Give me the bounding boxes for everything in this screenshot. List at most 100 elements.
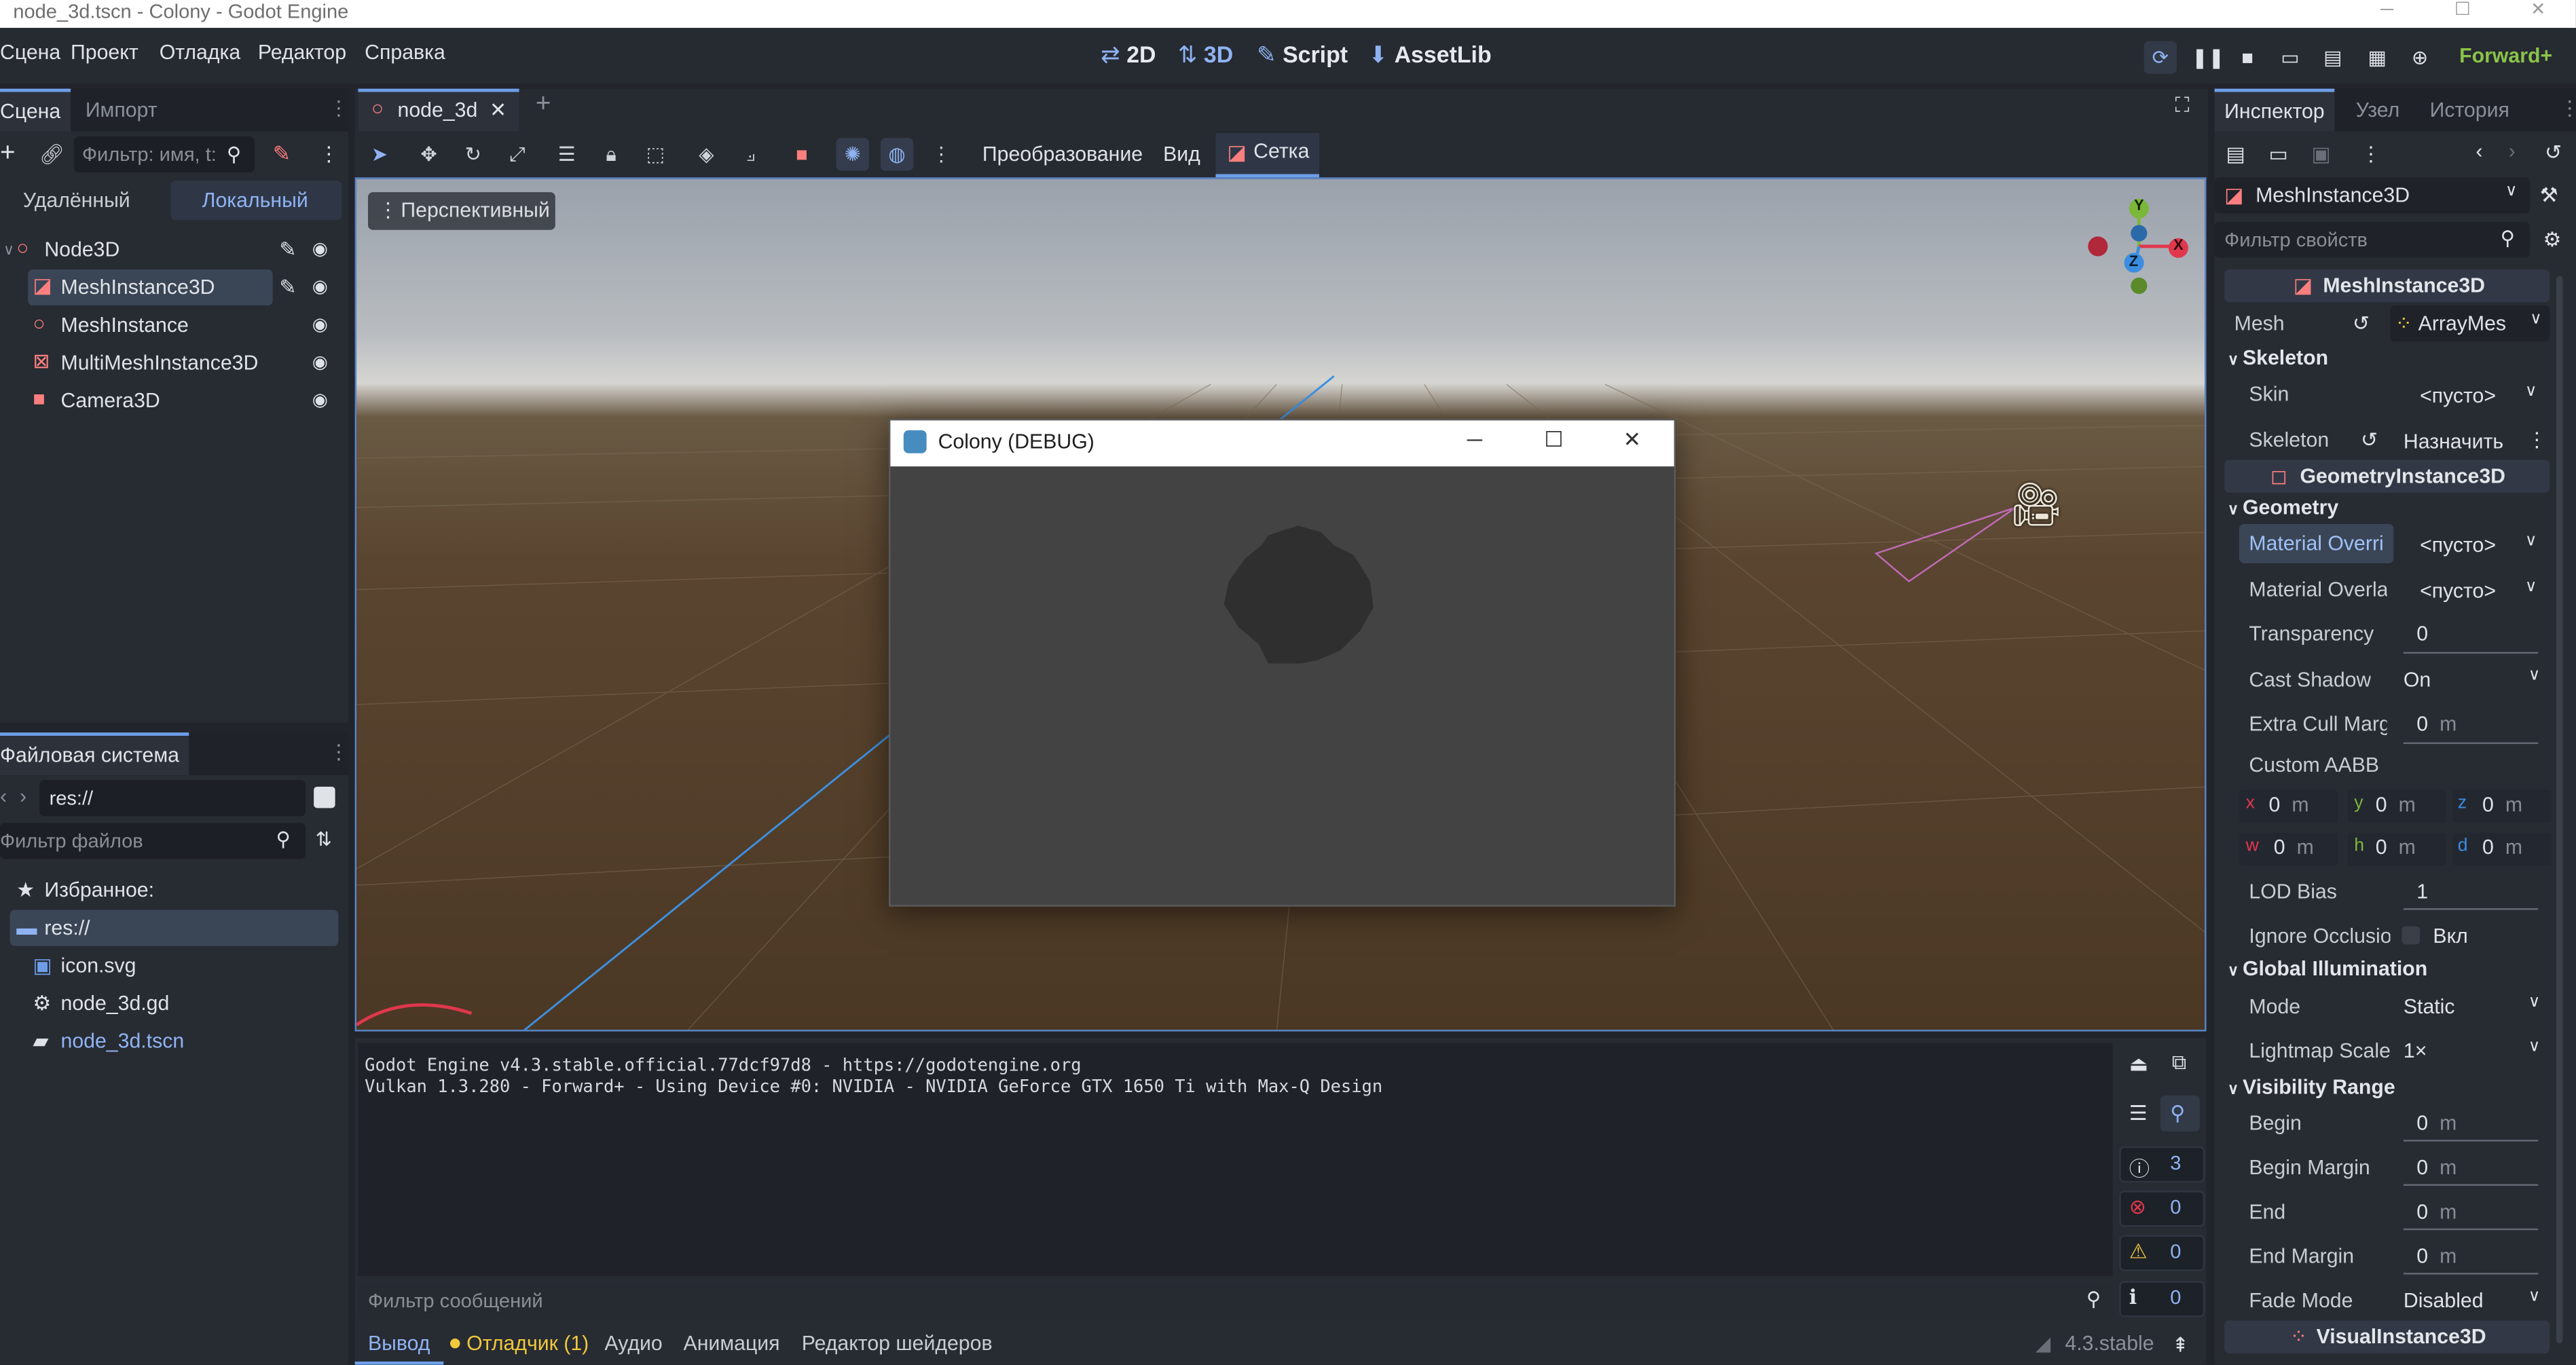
layout-toggle-icon[interactable] xyxy=(314,786,335,808)
rotate-tool-icon[interactable]: ↻ xyxy=(457,138,490,170)
history-forward-icon[interactable]: › xyxy=(2509,140,2516,163)
vr-end-margin-value[interactable]: 0 xyxy=(2416,1245,2428,1268)
warning-count-badge[interactable]: ⚠ 0 xyxy=(2119,1235,2205,1271)
debug-game-window[interactable]: Colony (DEBUG) ─ ☐ ✕ xyxy=(889,418,1676,907)
add-tab-icon[interactable]: + xyxy=(536,90,551,120)
skeleton-assign-button[interactable]: Назначить xyxy=(2404,430,2503,453)
menu-help[interactable]: Справка xyxy=(365,41,445,64)
tab-inspector[interactable]: Инспектор xyxy=(2214,88,2335,132)
menu-transform[interactable]: Преобразование xyxy=(982,138,1143,170)
menu-view[interactable]: Вид xyxy=(1163,138,1200,170)
local-tab[interactable]: Локальный xyxy=(170,181,342,221)
expand-bottom-panel-icon[interactable]: ⇞ xyxy=(2172,1332,2189,1357)
toolbar-more-icon[interactable]: ⋮ xyxy=(925,138,957,170)
minimize-button[interactable]: ─ xyxy=(2349,0,2425,28)
resource-more-icon[interactable]: ⋮ xyxy=(2361,141,2381,166)
chevron-down-icon[interactable]: ∨ xyxy=(2525,383,2537,401)
renderer-select[interactable]: Forward+ xyxy=(2459,44,2552,67)
aabb-d-field[interactable]: d 0 m xyxy=(2452,832,2552,866)
tree-row-meshinstance[interactable]: ○ MeshInstance ◉ xyxy=(0,307,348,343)
remote-tab[interactable]: Удалённый xyxy=(23,189,130,212)
editor-count-badge[interactable]: ℹ 0 xyxy=(2119,1281,2205,1317)
category-skeleton[interactable]: ∨ Skeleton xyxy=(2228,347,2328,370)
environment-toggle-icon[interactable]: ◍ xyxy=(880,138,914,171)
dock-menu-icon[interactable]: ⋮ xyxy=(2560,95,2576,120)
menu-debug[interactable]: Отладка xyxy=(160,41,241,64)
menu-scene[interactable]: Сцена xyxy=(0,41,60,64)
section-meshinstance3d[interactable]: ◪ MeshInstance3D xyxy=(2224,269,2550,303)
dock-menu-icon[interactable]: ⋮ xyxy=(329,739,349,764)
search-toggle-icon[interactable]: ⚲ xyxy=(2160,1095,2200,1132)
bone-icon[interactable]: ⟓ xyxy=(735,138,767,170)
chevron-down-icon[interactable]: ∨ xyxy=(2528,994,2541,1012)
eye-icon[interactable]: ◉ xyxy=(312,307,328,343)
camera3d-gizmo-icon[interactable]: 🎥︎ xyxy=(2009,480,2063,531)
tab-scene[interactable]: Сцена xyxy=(0,88,71,132)
collapse-icon[interactable]: ∨ xyxy=(3,231,14,267)
menu-project[interactable]: Проект xyxy=(71,41,139,64)
tab-audio[interactable]: Аудио xyxy=(604,1332,662,1355)
output-log[interactable]: Godot Engine v4.3.stable.official.77dcf9… xyxy=(358,1043,2113,1277)
vr-end-value[interactable]: 0 xyxy=(2416,1201,2428,1224)
fs-filter-input[interactable]: Фильтр файлов ⚲ xyxy=(0,823,306,859)
message-filter-input[interactable]: Фильтр сообщений ⚲ xyxy=(358,1282,2113,1319)
close-tab-icon[interactable]: ✕ xyxy=(490,97,507,121)
add-node-icon[interactable]: + xyxy=(0,140,16,170)
scene-more-icon[interactable]: ⋮ xyxy=(318,141,339,166)
tab-history[interactable]: История xyxy=(2420,89,2519,132)
tree-row-multimesh[interactable]: ⊠ MultiMeshInstance3D ◉ xyxy=(0,345,348,381)
select-tool-icon[interactable]: ➤ xyxy=(363,138,396,170)
material-override-value[interactable]: <пусто> xyxy=(2420,534,2496,557)
mode-2d-button[interactable]: ⇄ 2D xyxy=(1101,41,1156,69)
revert-icon[interactable]: ↺ xyxy=(2361,427,2378,452)
favorites-row[interactable]: ★ Избранное: xyxy=(0,872,348,908)
chevron-down-icon[interactable]: ∨ xyxy=(2528,1288,2541,1306)
run-scene-icon[interactable]: ▦ xyxy=(2366,46,2389,69)
sort-icon[interactable]: ⇅ xyxy=(316,827,332,850)
tab-output[interactable]: Вывод xyxy=(368,1332,430,1355)
link-icon[interactable]: 🔗︎ xyxy=(39,143,65,166)
clear-output-icon[interactable]: ⏏ xyxy=(2129,1051,2149,1076)
scene-tab-node3d[interactable]: ○ node_3d ✕ xyxy=(358,88,519,132)
perspective-menu[interactable]: ⋮ Перспективный xyxy=(367,192,555,230)
aabb-x-field[interactable]: x 0 m xyxy=(2239,789,2338,823)
grid-menu-button[interactable]: ◪ Сетка xyxy=(1215,132,1319,178)
script-icon[interactable]: ✎ xyxy=(279,269,296,305)
extra-cull-value[interactable]: 0 xyxy=(2416,713,2428,736)
tab-animation[interactable]: Анимация xyxy=(684,1332,780,1355)
lock-icon[interactable]: 🔒︎ xyxy=(595,138,627,170)
mesh-resource-picker[interactable]: ⁘ ArrayMes ∨ xyxy=(2390,305,2550,342)
move-tool-icon[interactable]: ✥ xyxy=(412,138,445,170)
mode-3d-button[interactable]: ⇅ 3D xyxy=(1178,41,1233,69)
tab-import[interactable]: Импорт xyxy=(75,89,167,132)
object-selector[interactable]: ◪ MeshInstance3D ∨ xyxy=(2214,177,2531,214)
skin-value[interactable]: <пусто> xyxy=(2420,384,2496,407)
chevron-down-icon[interactable]: ∨ xyxy=(2528,1038,2541,1056)
aabb-w-field[interactable]: w 0 m xyxy=(2239,832,2338,866)
eye-icon[interactable]: ◉ xyxy=(312,231,328,267)
tab-debugger[interactable]: Отладчик (1) xyxy=(466,1332,589,1355)
copy-output-icon[interactable]: ⧉ xyxy=(2172,1051,2187,1076)
sun-toggle-icon[interactable]: ✺ xyxy=(836,138,869,171)
debug-maximize-button[interactable]: ☐ xyxy=(1544,427,1563,453)
revert-icon[interactable]: ↺ xyxy=(2353,310,2370,335)
close-window-button[interactable]: ✕ xyxy=(2501,0,2576,28)
group-icon[interactable]: ⬚ xyxy=(639,138,671,170)
aabb-y-field[interactable]: y 0 m xyxy=(2347,789,2446,823)
debug-close-button[interactable]: ✕ xyxy=(1623,427,1641,453)
category-geometry[interactable]: ∨ Geometry xyxy=(2228,496,2338,519)
lod-bias-value[interactable]: 1 xyxy=(2416,880,2428,903)
property-filter-input[interactable]: Фильтр свойств ⚲ xyxy=(2214,221,2531,258)
tab-shader-editor[interactable]: Редактор шейдеров xyxy=(802,1332,993,1355)
fade-mode-value[interactable]: Disabled xyxy=(2404,1289,2484,1312)
tab-node[interactable]: Узел xyxy=(2346,89,2410,132)
vr-begin-margin-value[interactable]: 0 xyxy=(2416,1156,2428,1179)
attach-script-icon[interactable]: ✎ xyxy=(273,141,291,168)
save-resource-icon[interactable]: ▣ xyxy=(2311,141,2331,166)
section-visualinstance3d[interactable]: ⁘ VisualInstance3D xyxy=(2224,1320,2550,1353)
tab-filesystem[interactable]: Файловая система xyxy=(0,732,189,776)
chevron-down-icon[interactable]: ∨ xyxy=(2525,532,2537,550)
remote-debug-icon[interactable]: ▭ xyxy=(2279,46,2302,69)
transparency-value[interactable]: 0 xyxy=(2416,622,2428,646)
history-back-icon[interactable]: ‹ xyxy=(2476,140,2482,163)
